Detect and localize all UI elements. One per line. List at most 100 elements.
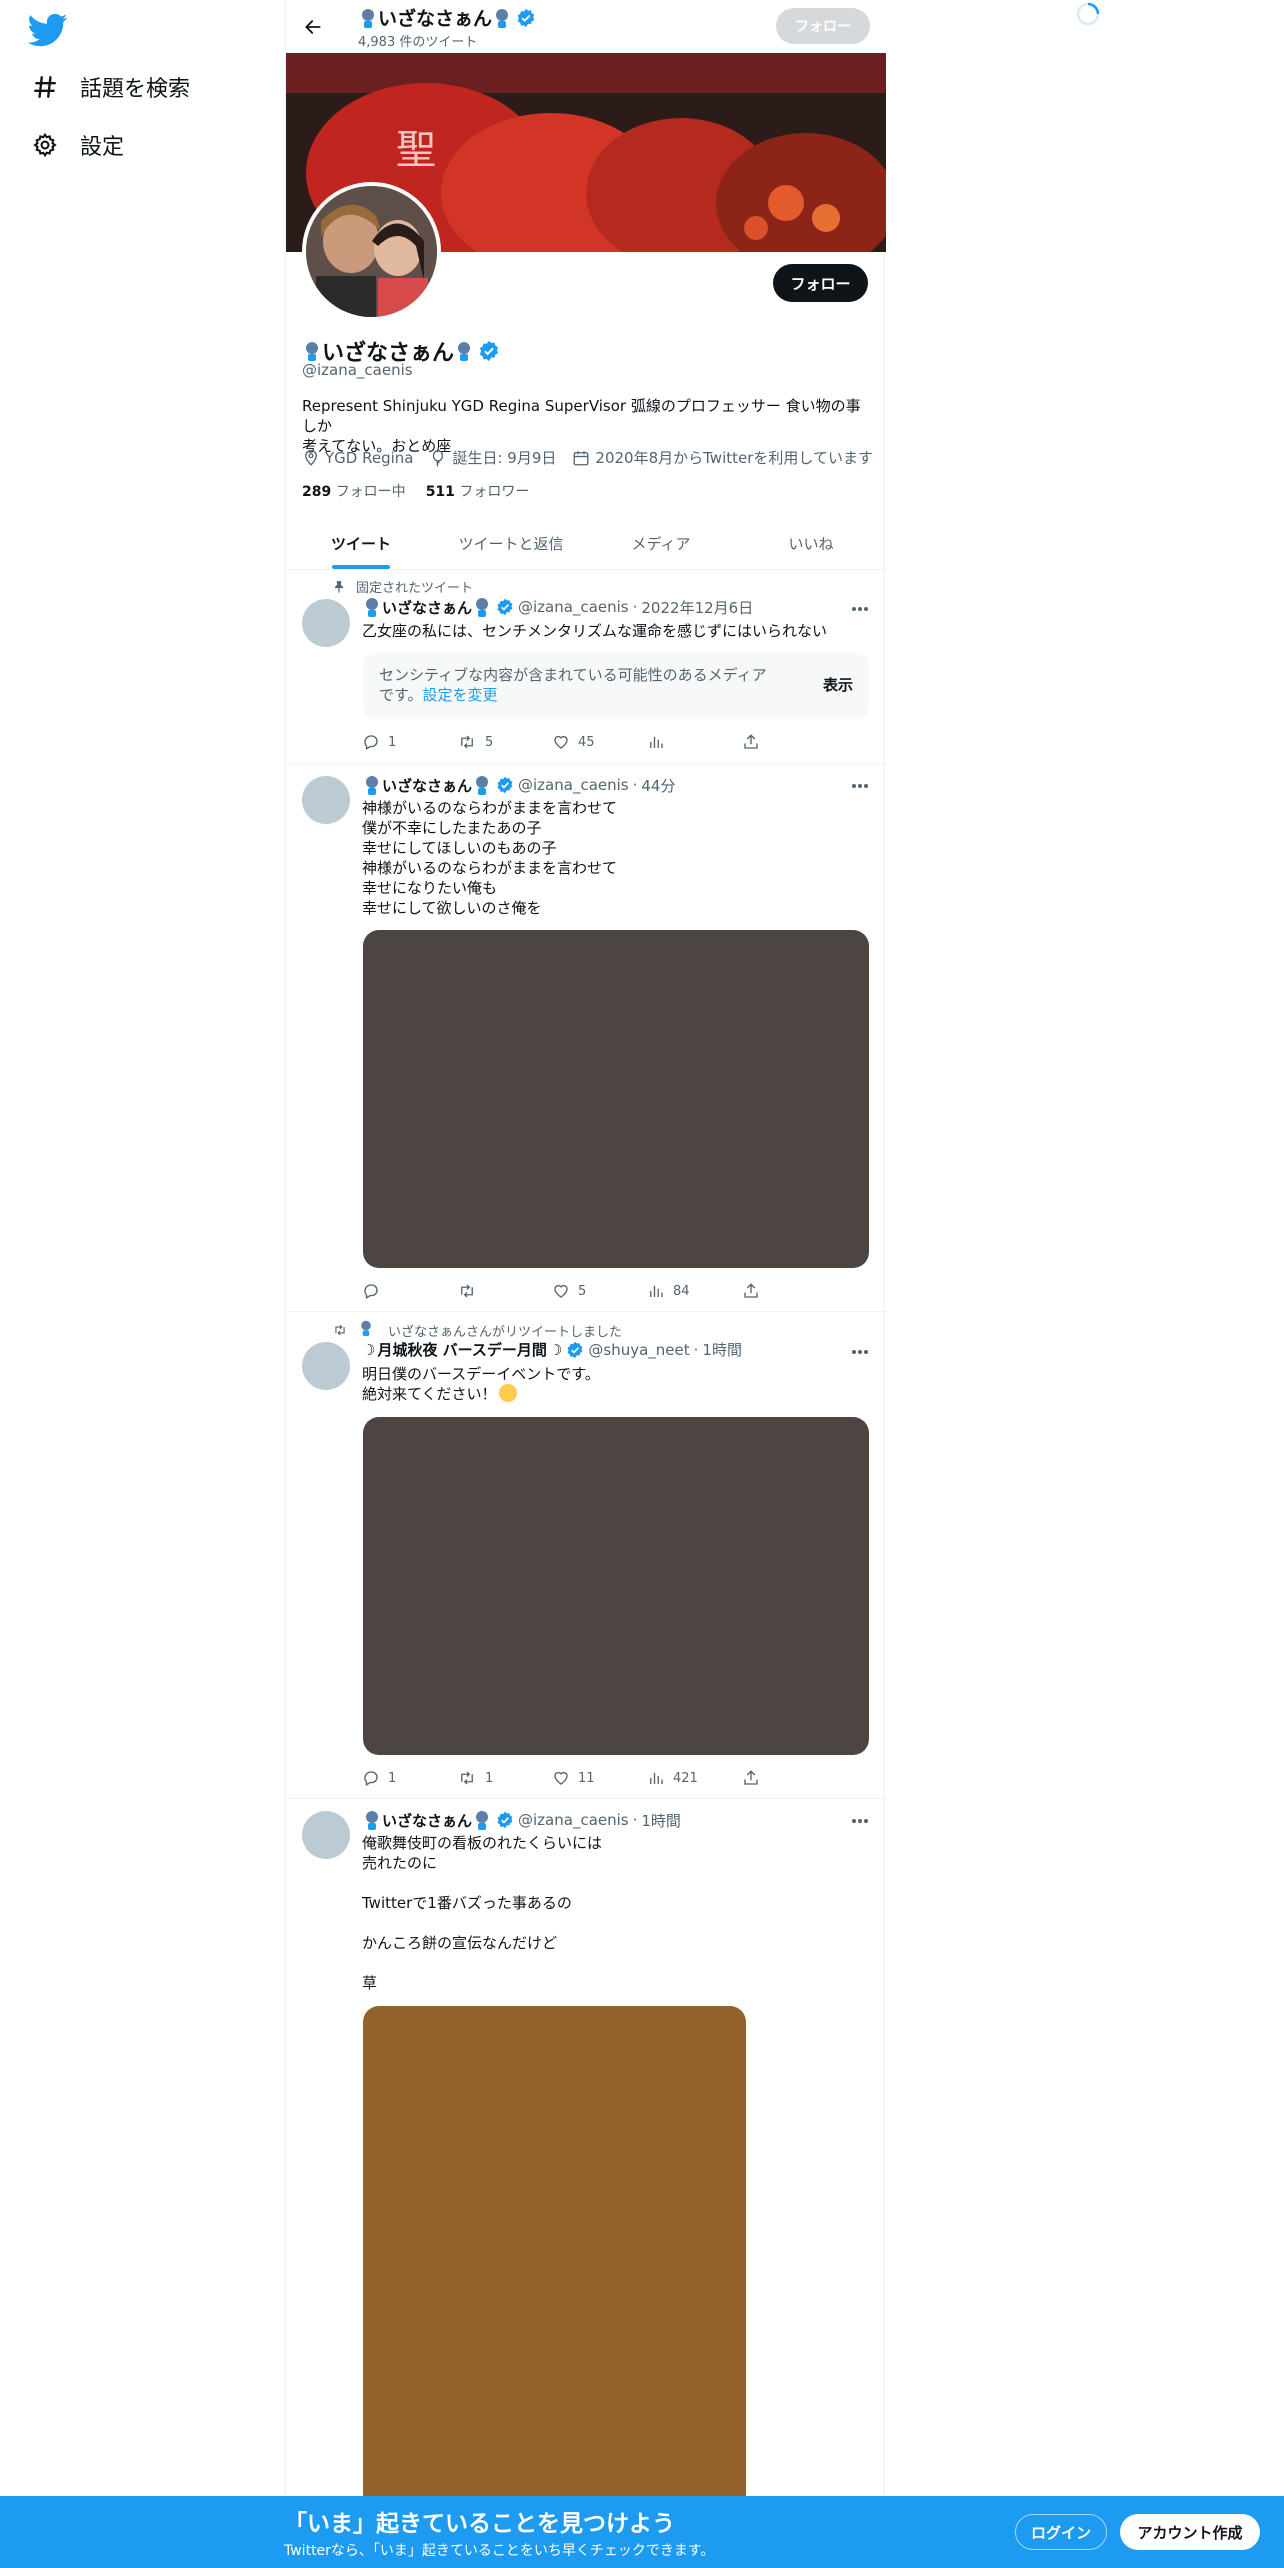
followers-link[interactable]: 511 フォロワー	[426, 481, 530, 501]
more-options-button[interactable]	[848, 1811, 872, 1831]
heart-icon	[554, 735, 568, 749]
author-name[interactable]: いざなさぁん	[382, 597, 472, 618]
more-icon	[852, 784, 868, 788]
tweet[interactable]: いざなさぁん @izana_caenis · 1時間 俺歌舞伎町の看板のれたくら…	[286, 1799, 886, 2568]
follow-button[interactable]: フォロー	[773, 264, 868, 302]
emoji-icon	[472, 596, 492, 618]
views-button[interactable]: 84	[647, 1282, 742, 1300]
following-link[interactable]: 289 フォロー中	[302, 481, 406, 501]
reply-button[interactable]	[362, 1282, 457, 1300]
views-icon	[650, 736, 663, 748]
tweet[interactable]: いざなさぁん @izana_caenis · 44分 神様がいるのならわがままを…	[286, 764, 886, 1312]
emoji-icon	[358, 1319, 378, 1341]
views-button[interactable]	[647, 733, 742, 751]
views-button[interactable]: 421	[647, 1769, 742, 1787]
more-options-button[interactable]	[848, 599, 872, 619]
twitter-logo-icon[interactable]	[28, 10, 68, 50]
hashtag-icon	[30, 72, 60, 102]
retweet-icon	[335, 1324, 345, 1336]
reply-button[interactable]: 1	[362, 733, 457, 751]
reply-icon	[364, 1771, 378, 1786]
nav-settings[interactable]: 設定	[30, 117, 124, 173]
retweet-button[interactable]: 1	[457, 1769, 552, 1787]
header-tweet-count: 4,983 件のツイート	[358, 35, 478, 50]
profile-avatar[interactable]	[302, 182, 441, 321]
retweet-icon	[461, 1771, 473, 1785]
tab-media[interactable]: メディア	[586, 517, 736, 569]
author-name[interactable]: 月城秋夜 バースデー月間	[377, 1339, 546, 1360]
svg-text:聖: 聖	[396, 127, 436, 173]
tweet-media[interactable]	[363, 1417, 869, 1755]
gear-icon	[30, 130, 60, 160]
verified-badge-icon	[479, 340, 499, 362]
views-icon	[650, 1285, 663, 1297]
avatar[interactable]	[302, 599, 350, 647]
tweet-media[interactable]	[363, 2006, 746, 2568]
like-button[interactable]: 45	[552, 733, 647, 751]
author-handle[interactable]: @shuya_neet	[588, 1341, 689, 1359]
tweet-time[interactable]: 2022年12月6日	[641, 597, 753, 618]
emoji-icon	[362, 1809, 382, 1831]
tab-tweets[interactable]: ツイート	[286, 517, 436, 569]
reply-button[interactable]: 1	[362, 1769, 457, 1787]
retweet-icon	[461, 1284, 473, 1298]
share-button[interactable]	[742, 1769, 760, 1787]
emoji-icon	[358, 7, 378, 29]
tweet-text: 俺歌舞伎町の看板のれたくらいには 売れたのに Twitterで1番バズった事ある…	[362, 1834, 603, 1992]
arrow-left-icon	[305, 20, 321, 34]
author-handle[interactable]: @izana_caenis	[518, 598, 629, 616]
tweet-time[interactable]: 44分	[641, 775, 675, 796]
main-column: いざなさぁん 4,983 件のツイート フォロー 聖 フォロー いざなさぁん @…	[285, 0, 886, 2568]
more-options-button[interactable]	[848, 1342, 872, 1362]
share-button[interactable]	[742, 733, 760, 751]
verified-badge-icon	[497, 776, 513, 794]
avatar[interactable]	[302, 1811, 350, 1859]
retweet-icon	[461, 735, 473, 749]
verified-badge-icon	[497, 1811, 513, 1829]
author-handle[interactable]: @izana_caenis	[518, 1811, 629, 1829]
tweet-text: 神様がいるのならわがままを言わせて 僕が不幸にしたまたあの子 幸せにしてほしいの…	[362, 799, 618, 917]
tab-tweets-and-replies[interactable]: ツイートと返信	[436, 517, 586, 569]
tweet-header: いざなさぁん @izana_caenis · 1時間	[362, 1809, 681, 1831]
more-options-button[interactable]	[848, 776, 872, 796]
back-button[interactable]	[296, 10, 330, 44]
signup-banner-subtitle: Twitterなら、「いま」起きていることをいち早くチェックできます。	[284, 2543, 715, 2559]
calendar-icon	[573, 450, 589, 465]
nav-explore[interactable]: 話題を検索	[30, 59, 190, 115]
emoji-icon	[362, 596, 382, 618]
profile-birthday: 誕生日: 9月9日	[429, 447, 556, 468]
moon-emoji-icon: ☽	[362, 1340, 376, 1359]
profile-handle: @izana_caenis	[302, 361, 413, 379]
tweet-time[interactable]: 1時間	[702, 1339, 742, 1360]
share-button[interactable]	[742, 1282, 760, 1300]
signup-button[interactable]: アカウント作成	[1120, 2514, 1260, 2550]
views-icon	[650, 1772, 663, 1784]
author-name[interactable]: いざなさぁん	[382, 775, 472, 796]
avatar[interactable]	[302, 1342, 350, 1390]
login-button[interactable]: ログイン	[1015, 2514, 1107, 2550]
show-media-button[interactable]: 表示	[823, 675, 853, 695]
tweet-text: 乙女座の私には、センチメンタリズムな運命を感じずにはいられない	[362, 622, 828, 640]
like-button[interactable]: 11	[552, 1769, 647, 1787]
retweet-button[interactable]: 5	[457, 733, 552, 751]
pin-icon	[334, 580, 344, 593]
author-handle[interactable]: @izana_caenis	[518, 776, 629, 794]
tweet[interactable]: いざなさぁんさんがリツイートしました ☽ 月城秋夜 バースデー月間 ☽ @shu…	[286, 1312, 886, 1799]
profile-stats: 289 フォロー中 511 フォロワー	[302, 481, 529, 501]
like-button[interactable]: 5	[552, 1282, 647, 1300]
balloon-icon	[433, 449, 444, 467]
top-header: いざなさぁん 4,983 件のツイート フォロー	[286, 0, 886, 53]
retweet-button[interactable]	[457, 1282, 552, 1300]
avatar[interactable]	[302, 776, 350, 824]
emoji-icon	[472, 1809, 492, 1831]
change-settings-link[interactable]: 設定を変更	[423, 686, 498, 704]
tweet-time[interactable]: 1時間	[641, 1810, 681, 1831]
header-follow-button[interactable]: フォロー	[776, 8, 870, 44]
more-icon	[852, 1819, 868, 1823]
author-name[interactable]: いざなさぁん	[382, 1810, 472, 1831]
reply-icon	[364, 735, 378, 750]
tab-likes[interactable]: いいね	[736, 517, 886, 569]
tweet-media[interactable]	[363, 930, 869, 1268]
moon-emoji-icon: ☽	[548, 1340, 563, 1359]
tweet[interactable]: 固定されたツイート いざなさぁん @izana_caenis · 2022年12…	[286, 571, 886, 764]
